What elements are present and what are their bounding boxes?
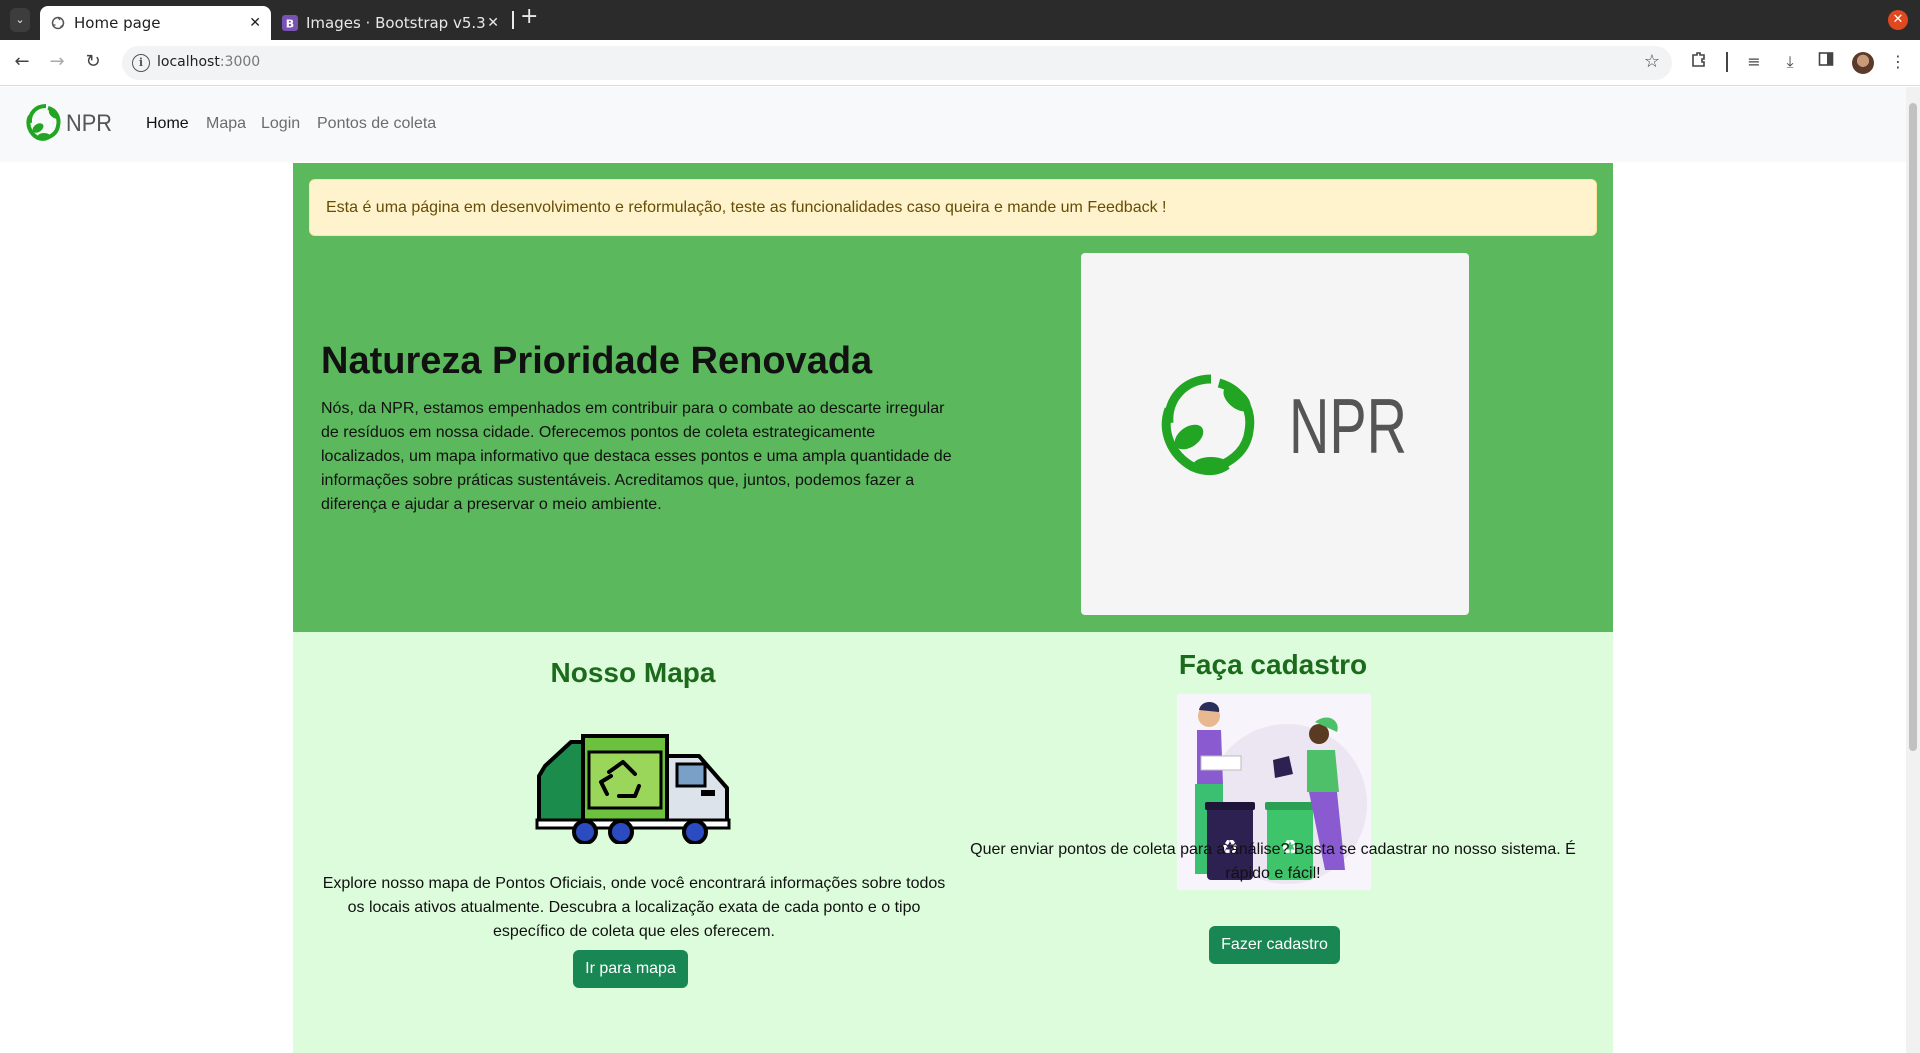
hero-logo-image: NPR bbox=[1081, 253, 1469, 615]
hero-title: Natureza Prioridade Renovada bbox=[321, 340, 873, 382]
tab-bootstrap-images[interactable]: B Images · Bootstrap v5.3 ✕ bbox=[272, 6, 509, 40]
window-close-icon[interactable]: ✕ bbox=[1888, 10, 1908, 30]
side-panel-icon[interactable] bbox=[1814, 50, 1838, 74]
bookmark-star-icon[interactable]: ☆ bbox=[1644, 51, 1660, 72]
profile-avatar[interactable] bbox=[1852, 52, 1874, 74]
recycle-icon bbox=[51, 16, 65, 30]
signup-button[interactable]: Fazer cadastro bbox=[1209, 926, 1340, 964]
dev-warning-alert: Esta é uma página em desenvolvimento e r… bbox=[309, 179, 1597, 236]
nav-home[interactable]: Home bbox=[146, 115, 189, 133]
npr-logo-icon: NPR bbox=[26, 104, 112, 141]
page-viewport: NPR Home Mapa Login Pontos de coleta Est… bbox=[0, 87, 1920, 1053]
tab-separator bbox=[512, 11, 514, 29]
new-tab-icon[interactable]: + bbox=[520, 4, 538, 29]
recycling-truck-illustration bbox=[535, 734, 731, 844]
brand-logo[interactable]: NPR bbox=[26, 102, 116, 142]
browser-tab-bar: ⌄ Home page ✕ B Images · Bootstrap v5.3 … bbox=[0, 0, 1920, 40]
hero-section: Esta é uma página em desenvolvimento e r… bbox=[293, 163, 1613, 632]
scrollbar-thumb[interactable] bbox=[1909, 103, 1917, 751]
svg-text:NPR: NPR bbox=[1289, 382, 1407, 470]
signup-feature-description: Quer enviar pontos de coleta para a anál… bbox=[970, 841, 1576, 882]
close-tab-icon[interactable]: ✕ bbox=[249, 6, 261, 40]
close-tab-icon[interactable]: ✕ bbox=[487, 6, 499, 40]
reload-icon[interactable]: ↻ bbox=[81, 50, 105, 74]
hero-description: Nós, da NPR, estamos empenhados em contr… bbox=[321, 400, 952, 513]
nav-login[interactable]: Login bbox=[261, 115, 300, 133]
tab-title: Home page bbox=[74, 14, 161, 32]
npr-large-logo: NPR bbox=[1161, 374, 1407, 476]
site-navbar: NPR Home Mapa Login Pontos de coleta bbox=[0, 87, 1906, 162]
download-icon[interactable]: ⤓ bbox=[1778, 50, 1802, 74]
map-feature-description: Explore nosso mapa de Pontos Oficiais, o… bbox=[322, 875, 946, 940]
browser-toolbar: ← → ↻ i localhost:3000 ☆ ≡ ⤓ ⋮ bbox=[0, 40, 1920, 86]
nav-mapa[interactable]: Mapa bbox=[206, 115, 246, 133]
site-info-icon[interactable]: i bbox=[132, 54, 150, 72]
nav-pontos-de-coleta[interactable]: Pontos de coleta bbox=[317, 115, 436, 133]
back-arrow-icon[interactable]: ← bbox=[10, 50, 34, 74]
address-bar[interactable]: i localhost:3000 ☆ bbox=[122, 46, 1672, 80]
url-text[interactable]: localhost:3000 bbox=[157, 54, 260, 70]
tab-title: Images · Bootstrap v5.3 bbox=[306, 14, 486, 32]
tab-search-button[interactable]: ⌄ bbox=[10, 8, 30, 32]
svg-text:NPR: NPR bbox=[66, 110, 112, 137]
tab-home-page[interactable]: Home page ✕ bbox=[40, 6, 271, 40]
bootstrap-icon: B bbox=[282, 15, 298, 31]
features-section: Nosso Mapa Explore nosso mapa de Pontos … bbox=[293, 632, 1613, 1053]
signup-feature-title: Faça cadastro bbox=[1178, 649, 1368, 680]
extensions-puzzle-icon[interactable] bbox=[1687, 50, 1711, 74]
forward-arrow-icon[interactable]: → bbox=[45, 50, 69, 74]
browser-menu-icon[interactable]: ⋮ bbox=[1886, 50, 1910, 74]
media-queue-icon[interactable]: ≡ bbox=[1742, 50, 1766, 74]
toolbar-divider bbox=[1726, 52, 1728, 72]
page-scrollbar[interactable] bbox=[1906, 87, 1920, 1053]
svg-text:B: B bbox=[286, 18, 294, 31]
go-to-map-button[interactable]: Ir para mapa bbox=[573, 950, 688, 988]
map-feature-title: Nosso Mapa bbox=[550, 657, 716, 688]
